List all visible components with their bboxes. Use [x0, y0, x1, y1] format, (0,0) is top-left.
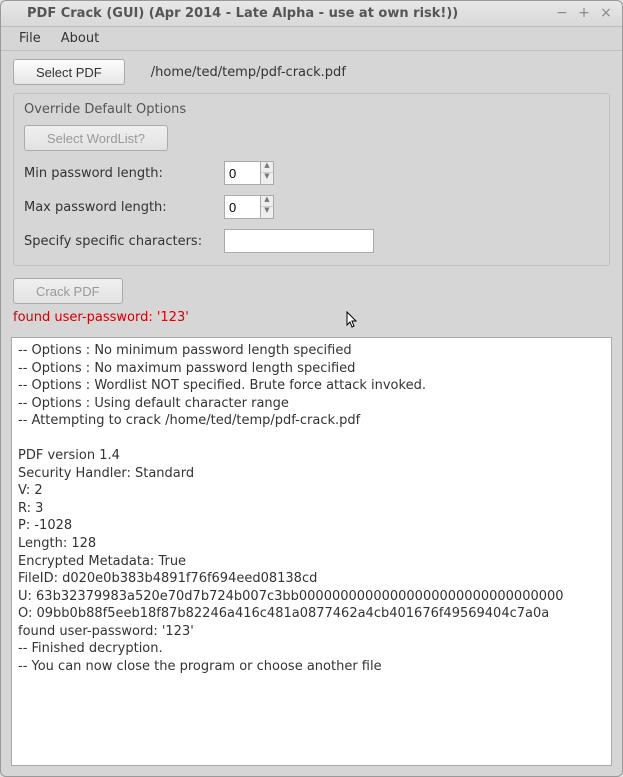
result-text: found user-password: '123'	[13, 310, 610, 329]
crack-row: Crack PDF	[13, 278, 610, 304]
options-group: Override Default Options Select WordList…	[13, 93, 610, 266]
chars-label: Specify specific characters:	[24, 234, 224, 249]
pdf-path-label: /home/ted/temp/pdf-crack.pdf	[151, 65, 346, 80]
min-length-spinner: ▲ ▼	[224, 161, 274, 185]
crack-pdf-button[interactable]: Crack PDF	[13, 278, 123, 304]
window-title: PDF Crack (GUI) (Apr 2014 - Late Alpha -…	[9, 6, 548, 21]
chars-row: Specify specific characters:	[24, 229, 599, 253]
menu-about[interactable]: About	[51, 29, 109, 48]
min-length-row: Min password length: ▲ ▼	[24, 161, 599, 185]
max-length-input[interactable]	[224, 195, 260, 219]
maximize-icon[interactable]: +	[576, 6, 592, 22]
titlebar: PDF Crack (GUI) (Apr 2014 - Late Alpha -…	[1, 1, 622, 27]
max-length-label: Max password length:	[24, 200, 224, 215]
max-down-icon[interactable]: ▼	[261, 207, 273, 218]
menu-file[interactable]: File	[9, 29, 51, 48]
menubar: File About	[1, 27, 622, 51]
select-pdf-button[interactable]: Select PDF	[13, 59, 125, 85]
output-log[interactable]: -- Options : No minimum password length …	[11, 337, 612, 766]
select-wordlist-button[interactable]: Select WordList?	[24, 125, 168, 151]
content-area: Select PDF /home/ted/temp/pdf-crack.pdf …	[1, 51, 622, 337]
close-icon[interactable]: ×	[598, 6, 614, 22]
max-spin-buttons: ▲ ▼	[260, 195, 274, 219]
options-title: Override Default Options	[24, 102, 599, 117]
min-down-icon[interactable]: ▼	[261, 173, 273, 184]
min-length-input[interactable]	[224, 161, 260, 185]
minimize-icon[interactable]: −	[554, 6, 570, 22]
select-pdf-row: Select PDF /home/ted/temp/pdf-crack.pdf	[13, 59, 610, 85]
max-length-row: Max password length: ▲ ▼	[24, 195, 599, 219]
min-spin-buttons: ▲ ▼	[260, 161, 274, 185]
app-window: PDF Crack (GUI) (Apr 2014 - Late Alpha -…	[0, 0, 623, 777]
min-length-label: Min password length:	[24, 166, 224, 181]
max-length-spinner: ▲ ▼	[224, 195, 274, 219]
chars-input[interactable]	[224, 229, 374, 253]
